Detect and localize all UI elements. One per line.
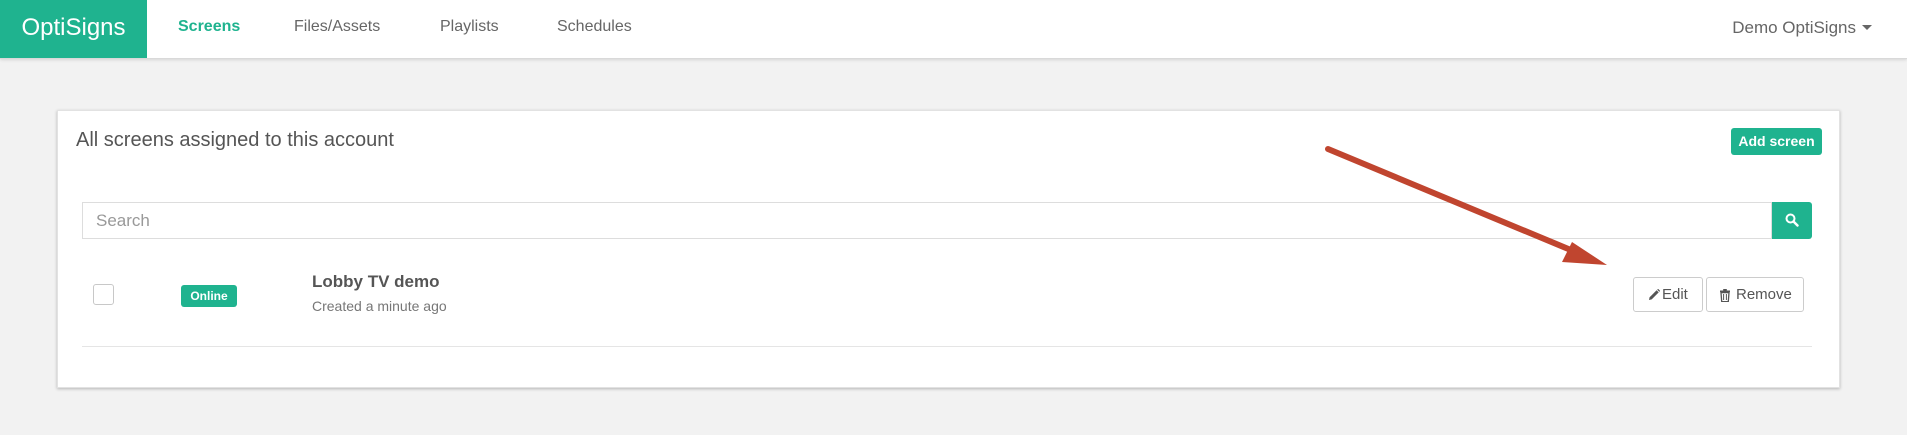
nav-schedules[interactable]: Schedules bbox=[557, 0, 632, 58]
nav-screens[interactable]: Screens bbox=[178, 0, 240, 58]
screen-row: Online Lobby TV demo Created a minute ag… bbox=[82, 259, 1812, 347]
screen-name[interactable]: Lobby TV demo bbox=[312, 272, 440, 292]
status-badge: Online bbox=[181, 285, 237, 307]
remove-button[interactable]: Remove bbox=[1706, 277, 1804, 312]
search-button[interactable] bbox=[1772, 202, 1812, 239]
search-input[interactable] bbox=[82, 202, 1772, 239]
edit-label: Edit bbox=[1662, 286, 1688, 303]
caret-down-icon bbox=[1862, 25, 1872, 30]
brand-logo[interactable]: OptiSigns bbox=[0, 0, 147, 58]
nav-playlists[interactable]: Playlists bbox=[440, 0, 499, 58]
pencil-icon bbox=[1649, 289, 1660, 300]
panel-title: All screens assigned to this account bbox=[76, 129, 394, 151]
screen-created-time: Created a minute ago bbox=[312, 298, 447, 314]
add-screen-button[interactable]: Add screen bbox=[1731, 128, 1822, 155]
screens-panel: All screens assigned to this account Add… bbox=[57, 110, 1840, 388]
select-checkbox[interactable] bbox=[93, 284, 114, 305]
search-icon bbox=[1785, 213, 1799, 227]
top-navbar: OptiSigns Screens Files/Assets Playlists… bbox=[0, 0, 1907, 59]
edit-button[interactable]: Edit bbox=[1633, 277, 1703, 312]
trash-icon bbox=[1720, 289, 1730, 302]
account-dropdown[interactable]: Demo OptiSigns bbox=[1732, 0, 1872, 58]
remove-label: Remove bbox=[1736, 286, 1792, 303]
nav-files-assets[interactable]: Files/Assets bbox=[294, 0, 380, 58]
account-label: Demo OptiSigns bbox=[1732, 18, 1856, 37]
